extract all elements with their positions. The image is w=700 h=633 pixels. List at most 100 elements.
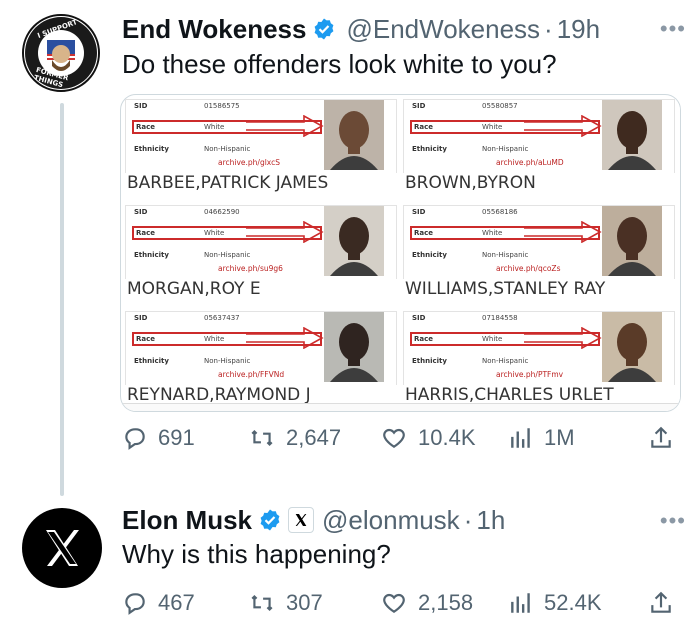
archive-link[interactable]: archive.ph/qcoZs [496,264,560,273]
sid-label: SID [412,208,426,216]
archive-link[interactable]: archive.ph/aLuMD [496,158,564,167]
share-icon [651,426,671,448]
views-icon [511,593,530,613]
red-arrow-icon [524,115,602,137]
tweet-elon-musk: Elon Musk @elonmusk · 1h ••• Why is this… [0,500,700,633]
grid-peek-row [121,403,680,411]
share-button[interactable] [648,425,674,451]
offender-name: BARBEE,PATRICK JAMES [125,173,405,197]
like-button[interactable]: 2,158 [380,590,473,616]
reply-button[interactable]: 691 [122,425,195,451]
sid-value: 05637437 [204,314,240,322]
mugshot-grid[interactable]: SID 01586575 Race White Ethnicity Non-Hi… [120,94,681,412]
affiliation-x-badge-icon[interactable] [288,507,315,533]
red-arrow-icon [524,327,602,349]
sid-label: SID [412,314,426,322]
author-name[interactable]: Elon Musk [122,504,252,536]
author-handle[interactable]: @EndWokeness [346,13,540,45]
repost-count: 307 [286,590,323,615]
reply-icon [125,428,145,450]
more-icon[interactable]: ••• [660,508,686,534]
archive-link[interactable]: archive.ph/PTFmv [496,370,563,379]
red-arrow-icon [524,221,602,243]
views-button[interactable]: 1M [508,425,575,451]
mugshot-photo [602,206,662,276]
tweet1-header: End Wokeness @EndWokeness · 19h [122,13,600,45]
offender-name: BROWN,BYRON [403,173,680,197]
race-label: Race [414,335,434,343]
repost-button[interactable]: 2,647 [248,425,341,451]
record-panel: SID 04662590 Race White Ethnicity Non-Hi… [125,205,397,281]
archive-link[interactable]: archive.ph/FFVNd [218,370,284,379]
archive-link[interactable]: archive.ph/glxcS [218,158,280,167]
repost-icon [251,594,273,612]
repost-count: 2,647 [286,425,342,450]
mugshot-card[interactable]: SID 05568186 Race White Ethnicity Non-Hi… [403,205,680,311]
like-icon [383,428,405,448]
ethnicity-value: Non-Hispanic [204,145,251,153]
like-count: 10.4K [418,425,476,450]
race-value: White [482,335,503,343]
like-icon [383,593,405,613]
tweet-end-wokeness: I SUPPORT THE FORMER THINGS End Wokeness… [0,0,700,500]
race-label: Race [414,229,434,237]
reply-count: 467 [158,590,195,615]
ethnicity-value: Non-Hispanic [204,357,251,365]
offender-name: MORGAN,ROY E [125,279,405,303]
race-value: White [482,229,503,237]
repost-button[interactable]: 307 [248,590,323,616]
more-icon[interactable]: ••• [660,16,686,42]
mugshot-card[interactable]: SID 07184558 Race White Ethnicity Non-Hi… [403,311,680,411]
mugshot-card[interactable]: SID 01586575 Race White Ethnicity Non-Hi… [125,99,405,205]
ethnicity-value: Non-Hispanic [482,357,529,365]
like-button[interactable]: 10.4K [380,425,476,451]
like-count: 2,158 [418,590,474,615]
end-wokeness-avatar[interactable]: I SUPPORT THE FORMER THINGS [22,14,100,92]
ethnicity-label: Ethnicity [412,145,447,153]
mugshot-photo [324,312,384,382]
record-panel: SID 05568186 Race White Ethnicity Non-Hi… [403,205,675,281]
separator-dot: · [463,505,473,535]
tweet2-header: Elon Musk @elonmusk · 1h [122,504,505,536]
red-arrow-icon [246,221,324,243]
red-arrow-icon [246,115,324,137]
repost-icon [251,429,273,447]
share-button[interactable] [648,590,674,616]
sid-value: 04662590 [204,208,240,216]
mugshot-card[interactable]: SID 05580857 Race White Ethnicity Non-Hi… [403,99,680,205]
race-value: White [204,229,225,237]
sid-value: 05568186 [482,208,518,216]
sid-value: 07184558 [482,314,518,322]
author-name[interactable]: End Wokeness [122,13,306,45]
sid-label: SID [134,102,148,110]
reply-button[interactable]: 467 [122,590,195,616]
ethnicity-label: Ethnicity [412,251,447,259]
ethnicity-value: Non-Hispanic [482,251,529,259]
record-panel: SID 07184558 Race White Ethnicity Non-Hi… [403,311,675,387]
race-value: White [204,335,225,343]
ethnicity-label: Ethnicity [134,251,169,259]
race-label: Race [414,123,434,131]
views-button[interactable]: 52.4K [508,590,602,616]
mugshot-card[interactable]: SID 04662590 Race White Ethnicity Non-Hi… [125,205,405,311]
ethnicity-value: Non-Hispanic [482,145,529,153]
tweet-text: Why is this happening? [122,539,391,569]
race-value: White [204,123,225,131]
sid-label: SID [412,102,426,110]
tweet-time[interactable]: 19h [557,13,600,45]
mugshot-card[interactable]: SID 05637437 Race White Ethnicity Non-Hi… [125,311,405,411]
sid-label: SID [134,314,148,322]
mugshot-photo [602,100,662,170]
author-handle[interactable]: @elonmusk [322,504,460,536]
ethnicity-label: Ethnicity [134,145,169,153]
ethnicity-value: Non-Hispanic [204,251,251,259]
elon-musk-avatar[interactable] [22,508,102,588]
views-count: 52.4K [544,590,602,615]
race-value: White [482,123,503,131]
race-label: Race [136,335,156,343]
red-arrow-icon [246,327,324,349]
share-icon [651,591,671,613]
tweet-time[interactable]: 1h [476,504,505,536]
mugshot-photo [324,100,384,170]
archive-link[interactable]: archive.ph/su9g6 [218,264,283,273]
